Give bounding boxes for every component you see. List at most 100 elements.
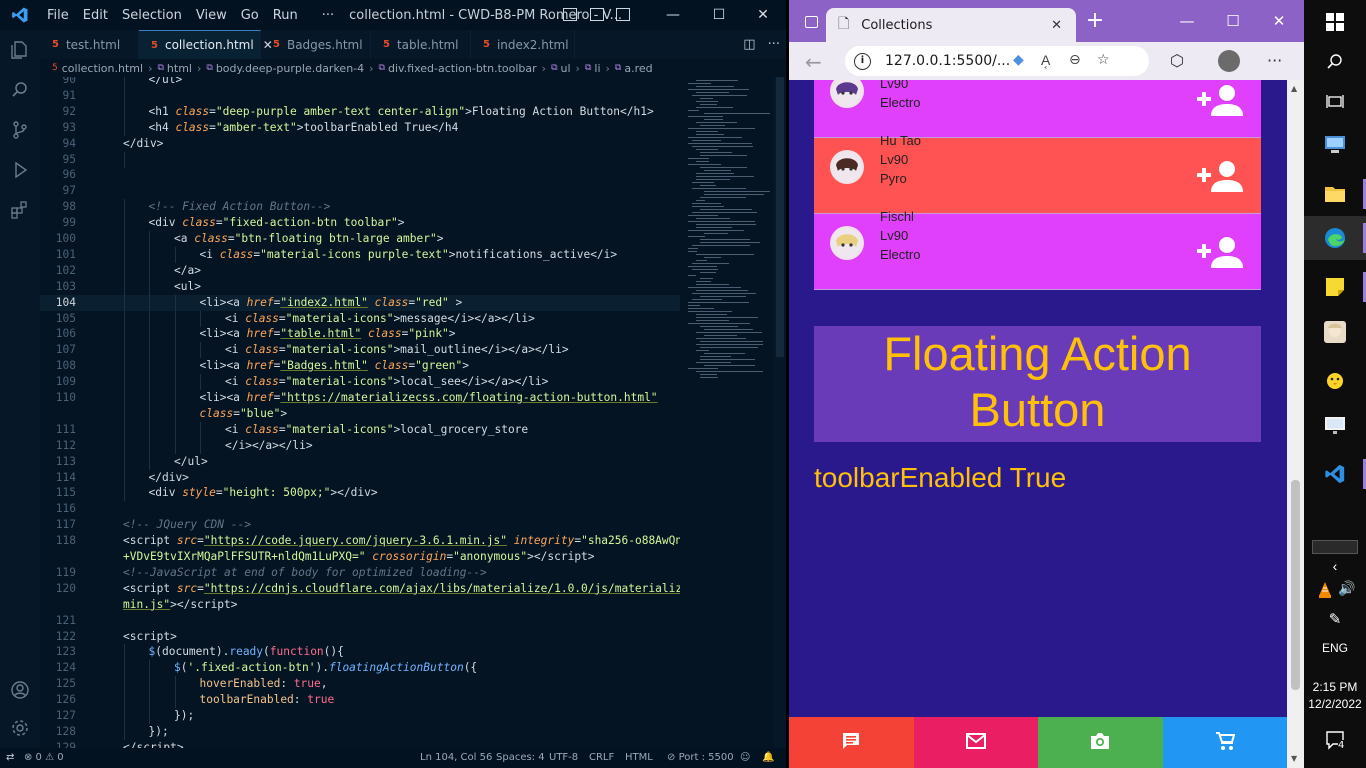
menu-selection[interactable]: Selection: [115, 8, 189, 23]
code-line[interactable]: 125 hoverEnabled: true,: [40, 676, 680, 693]
pc-monitor-icon[interactable]: [1304, 122, 1366, 166]
tag-icon[interactable]: ◆: [1013, 52, 1024, 68]
tray-scrollbar[interactable]: [1312, 540, 1358, 554]
windows-start-icon[interactable]: [1304, 0, 1366, 44]
code-editor[interactable]: 90 </ul> 91 92 <h1 class="deep-purple amber-…: [40, 77, 680, 748]
indentation[interactable]: Spaces: 4: [496, 748, 545, 768]
volume-icon[interactable]: 🔊: [1316, 580, 1366, 597]
search-icon[interactable]: [1304, 40, 1366, 84]
editor-scrollbar[interactable]: [774, 77, 786, 748]
remote-icon[interactable]: ⇄: [6, 748, 14, 768]
code-line[interactable]: 107 <i class="material-icons">mail_outlin…: [40, 342, 680, 359]
scrollbar-thumb[interactable]: [776, 77, 784, 357]
fab-toolbar-button[interactable]: [1162, 717, 1287, 768]
code-line[interactable]: 113 </ul>: [40, 453, 680, 470]
code-line[interactable]: 95: [40, 151, 680, 168]
minimap[interactable]: [684, 77, 774, 387]
line-ending[interactable]: CRLF: [589, 748, 614, 768]
menu-go[interactable]: Go: [234, 8, 266, 23]
clock-date[interactable]: 12/2/2022: [1304, 697, 1366, 711]
menu-run[interactable]: Run: [266, 8, 305, 23]
chevron-left-icon[interactable]: ‹: [1304, 558, 1366, 574]
app-avatar-icon[interactable]: [1304, 310, 1366, 354]
menu-view[interactable]: View: [189, 8, 234, 23]
info-icon[interactable]: i: [854, 52, 871, 70]
scroll-up-icon[interactable]: ▲: [1291, 84, 1297, 93]
notification-center-icon[interactable]: 4: [1304, 718, 1366, 762]
minimize-button[interactable]: —: [1175, 10, 1199, 32]
layout-panel-icon[interactable]: [590, 8, 604, 21]
code-line[interactable]: 126 toolbarEnabled: true: [40, 692, 680, 709]
code-line[interactable]: 108 <li><a href="Badges.html" class="gree…: [40, 358, 680, 375]
breadcrumb-item[interactable]: a.red: [624, 62, 652, 75]
code-line[interactable]: 91: [40, 87, 680, 104]
code-line[interactable]: 97: [40, 183, 680, 199]
tab-collection-html[interactable]: 5 collection.html ✕: [139, 30, 273, 59]
code-line[interactable]: 119 <!--JavaScript at end of body for opt…: [40, 565, 680, 581]
code-line[interactable]: class="blue">: [40, 405, 680, 422]
code-line[interactable]: 105 <i class="material-icons">message</i>…: [40, 310, 680, 327]
extensions-icon[interactable]: [8, 198, 32, 222]
code-line[interactable]: 128});: [40, 723, 680, 740]
explorer-icon[interactable]: [8, 38, 32, 62]
browser-tab[interactable]: 🗋 Collections ✕: [826, 8, 1076, 42]
menu-file[interactable]: File: [40, 8, 76, 23]
code-line[interactable]: 101 <i class="material-icons purple-text"…: [40, 246, 680, 263]
accounts-icon[interactable]: [8, 678, 32, 702]
address-bar[interactable]: i 127.0.0.1:5500/... ◆ A͔ ⊖ ☆: [845, 46, 1149, 76]
code-line[interactable]: 123 $(document).ready(function(){: [40, 644, 680, 661]
back-arrow-icon[interactable]: ←: [805, 50, 822, 74]
code-line[interactable]: 109 <i class="material-icons">local_see</…: [40, 374, 680, 391]
breadcrumb-item[interactable]: html: [167, 62, 192, 75]
code-line[interactable]: 106 <li><a href="table.html" class="pink"…: [40, 326, 680, 343]
code-line[interactable]: 129 </script>: [40, 740, 680, 748]
remote-desktop-icon[interactable]: [1304, 404, 1366, 448]
read-aloud-icon[interactable]: A͔: [1041, 52, 1050, 69]
clock-time[interactable]: 2:15 PM: [1304, 680, 1366, 694]
input-language[interactable]: ENG: [1304, 641, 1366, 655]
code-line[interactable]: 117 <!-- JQuery CDN -->: [40, 517, 680, 533]
person-add-icon[interactable]: [1197, 236, 1245, 268]
minimize-button[interactable]: —: [650, 0, 696, 30]
settings-more-icon[interactable]: ···: [1267, 51, 1282, 70]
page-scrollbar[interactable]: ▲ ▼: [1287, 80, 1304, 768]
code-line[interactable]: 100 <a class="btn-floating btn-large ambe…: [40, 231, 680, 247]
close-button[interactable]: ✕: [1267, 10, 1291, 32]
breadcrumb-item[interactable]: body.deep-purple.darken-4: [216, 62, 364, 75]
breadcrumb-item[interactable]: collection.html: [62, 62, 143, 75]
breadcrumb-item[interactable]: ul: [561, 62, 571, 75]
person-add-icon[interactable]: [1197, 84, 1245, 116]
fab-toolbar-button[interactable]: [913, 717, 1038, 768]
task-view-icon[interactable]: [1304, 80, 1366, 124]
language-mode[interactable]: HTML: [625, 748, 653, 768]
favorites-star-icon[interactable]: ☆: [1097, 52, 1110, 68]
breadcrumb-item[interactable]: li: [594, 62, 600, 75]
menu-more[interactable]: ···: [315, 8, 341, 23]
close-button[interactable]: ✕: [740, 0, 786, 30]
tab-table-html[interactable]: 5 table.html: [371, 30, 471, 59]
code-line[interactable]: 114 </div>: [40, 469, 680, 486]
code-line[interactable]: 112 </i></a></li>: [40, 437, 680, 454]
person-add-icon[interactable]: [1197, 160, 1245, 192]
code-line[interactable]: 118 <script src="https://code.jquery.com/…: [40, 533, 680, 549]
chick-app-icon[interactable]: [1304, 358, 1366, 402]
layout-toggle-icon[interactable]: [563, 8, 577, 21]
code-line[interactable]: 102 </a>: [40, 262, 680, 279]
code-line[interactable]: 99 <div class="fixed-action-btn toolbar">: [40, 215, 680, 232]
tab-actions-icon[interactable]: [805, 16, 818, 28]
code-line[interactable]: 124 $('.fixed-action-btn').floatingAction…: [40, 660, 680, 677]
sticky-notes-icon[interactable]: [1304, 265, 1366, 309]
maximize-button[interactable]: ☐: [696, 0, 742, 30]
fab-toolbar-button[interactable]: [1038, 717, 1163, 768]
profile-avatar[interactable]: [1218, 50, 1240, 72]
scroll-down-icon[interactable]: ▼: [1291, 754, 1297, 763]
code-line[interactable]: +VDvE9tvIXrMQaPlFFSUTR+nldQm1LuPXQ=" cro…: [40, 549, 680, 565]
breadcrumb-item[interactable]: div.fixed-action-btn.toolbar: [388, 62, 537, 75]
fab-toolbar-button[interactable]: [789, 717, 914, 768]
pen-icon[interactable]: ✎: [1304, 610, 1366, 628]
edge-browser-icon[interactable]: [1304, 216, 1366, 260]
code-line[interactable]: 94 </div>: [40, 136, 680, 152]
code-line[interactable]: 96: [40, 167, 680, 183]
encoding[interactable]: UTF-8: [549, 748, 578, 768]
code-line[interactable]: 90 </ul>: [40, 77, 680, 88]
